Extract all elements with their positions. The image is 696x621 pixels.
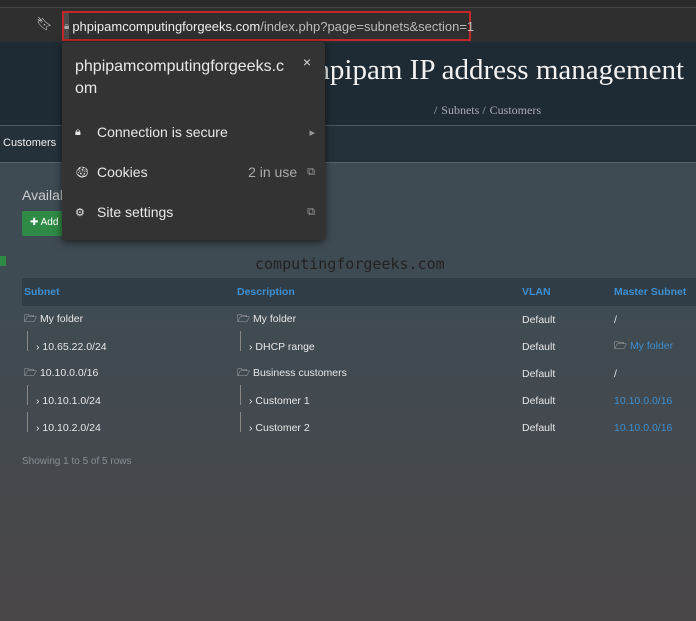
chevron-right-icon: ▸ [309, 126, 315, 139]
master-link[interactable]: My folder [630, 340, 673, 352]
subnet-cell[interactable]: 10.10.0.0/16 [40, 367, 98, 379]
close-icon[interactable]: × [303, 54, 311, 70]
table-row[interactable]: › 10.10.1.0/24 › Customer 1 Default 10.10.0… [22, 385, 696, 414]
item-label: Connection is secure [97, 124, 228, 140]
master-cell: / [614, 313, 617, 326]
col-master-subnet[interactable]: Master Subnet [612, 278, 696, 306]
col-vlan[interactable]: VLAN [520, 278, 612, 306]
subnet-cell[interactable]: My folder [40, 313, 83, 325]
breadcrumb-customers[interactable]: Customers [490, 103, 541, 117]
external-link-icon: ⧉ [307, 205, 315, 218]
tab-strip [0, 0, 696, 8]
watermark: computingforgeeks.com [255, 255, 445, 273]
external-link-icon: ⧉ [307, 165, 315, 178]
breadcrumb-subnets[interactable]: Subnets [441, 103, 479, 117]
address-bar[interactable]: 🔒︎ phpipamcomputingforgeeks.com/index.ph… [62, 11, 475, 41]
description-cell: DHCP range [255, 340, 315, 353]
subnet-cell[interactable]: 10.10.1.0/24 [42, 395, 100, 407]
url-host: phpipamcomputingforgeeks.com [72, 18, 261, 34]
vlan-cell: Default [522, 313, 556, 326]
master-link[interactable]: 10.10.0.0/16 [614, 422, 672, 434]
site-settings-item[interactable]: ⚙︎ Site settings ⧉ [75, 204, 315, 220]
col-description[interactable]: Description [235, 278, 520, 306]
nav-item-customers[interactable]: Customers [3, 137, 56, 149]
subnet-cell[interactable]: 10.10.2.0/24 [42, 422, 100, 434]
folder-icon: 🗁 [24, 312, 40, 325]
vlan-cell: Default [522, 421, 556, 434]
popup-host: phpipamcomputingforgeeks.com [75, 58, 285, 97]
subnet-cell[interactable]: 10.65.22.0/24 [42, 341, 106, 353]
connection-secure-item[interactable]: 🔒︎ Connection is secure ▸ [75, 124, 315, 140]
subnets-table: Subnet Description VLAN Master Subnet 🗁 … [22, 278, 696, 441]
side-marker [0, 256, 6, 266]
item-label: Cookies [97, 164, 148, 180]
browser-toolbar: 🔖︎ 🔒︎ phpipamcomputingforgeeks.com/index… [0, 8, 696, 42]
vlan-cell: Default [522, 367, 556, 380]
description-cell: Customer 2 [255, 421, 310, 434]
cookie-icon: 🍪︎ [75, 166, 89, 179]
folder-open-icon: 🗁 [237, 366, 253, 379]
pagination-info: Showing 1 to 5 of 5 rows [22, 456, 132, 467]
table-row[interactable]: › 10.65.22.0/24 › DHCP range Default 🗁 My f… [22, 331, 696, 360]
gear-icon: ⚙︎ [75, 206, 85, 219]
table-row[interactable]: 🗁 My folder 🗁 My folder Default / [22, 306, 696, 333]
lock-icon: 🔒︎ [75, 125, 81, 138]
vlan-cell: Default [522, 340, 556, 353]
site-info-popup: phpipamcomputingforgeeks.com × 🔒︎ Connect… [62, 42, 325, 240]
description-cell: Customer 1 [255, 394, 310, 407]
url-path: /index.php?page=subnets&section=1 [260, 18, 475, 34]
vlan-cell: Default [522, 394, 556, 407]
folder-icon: 🗁 [237, 312, 253, 325]
cookies-item[interactable]: 🍪︎ Cookies 2 in use ⧉ [75, 164, 315, 180]
table-row[interactable]: 🗁 10.10.0.0/16 🗁 Business customers Defaul… [22, 360, 696, 387]
description-cell: My folder [252, 312, 297, 325]
table-row[interactable]: › 10.10.2.0/24 › Customer 2 Default 10.10.0… [22, 412, 696, 441]
folder-open-icon: 🗁 [24, 366, 40, 379]
description-cell: Business customers [252, 366, 347, 379]
col-subnet[interactable]: Subnet [22, 278, 235, 306]
cookies-count: 2 in use [248, 164, 298, 180]
breadcrumb: / Subnets / Customers [433, 103, 541, 117]
master-link[interactable]: 10.10.0.0/16 [614, 395, 672, 407]
item-label: Site settings [97, 204, 174, 220]
folder-icon: 🗁 [614, 339, 630, 352]
master-cell: / [614, 367, 617, 380]
bookmark-icon[interactable]: 🔖︎ [36, 16, 53, 32]
